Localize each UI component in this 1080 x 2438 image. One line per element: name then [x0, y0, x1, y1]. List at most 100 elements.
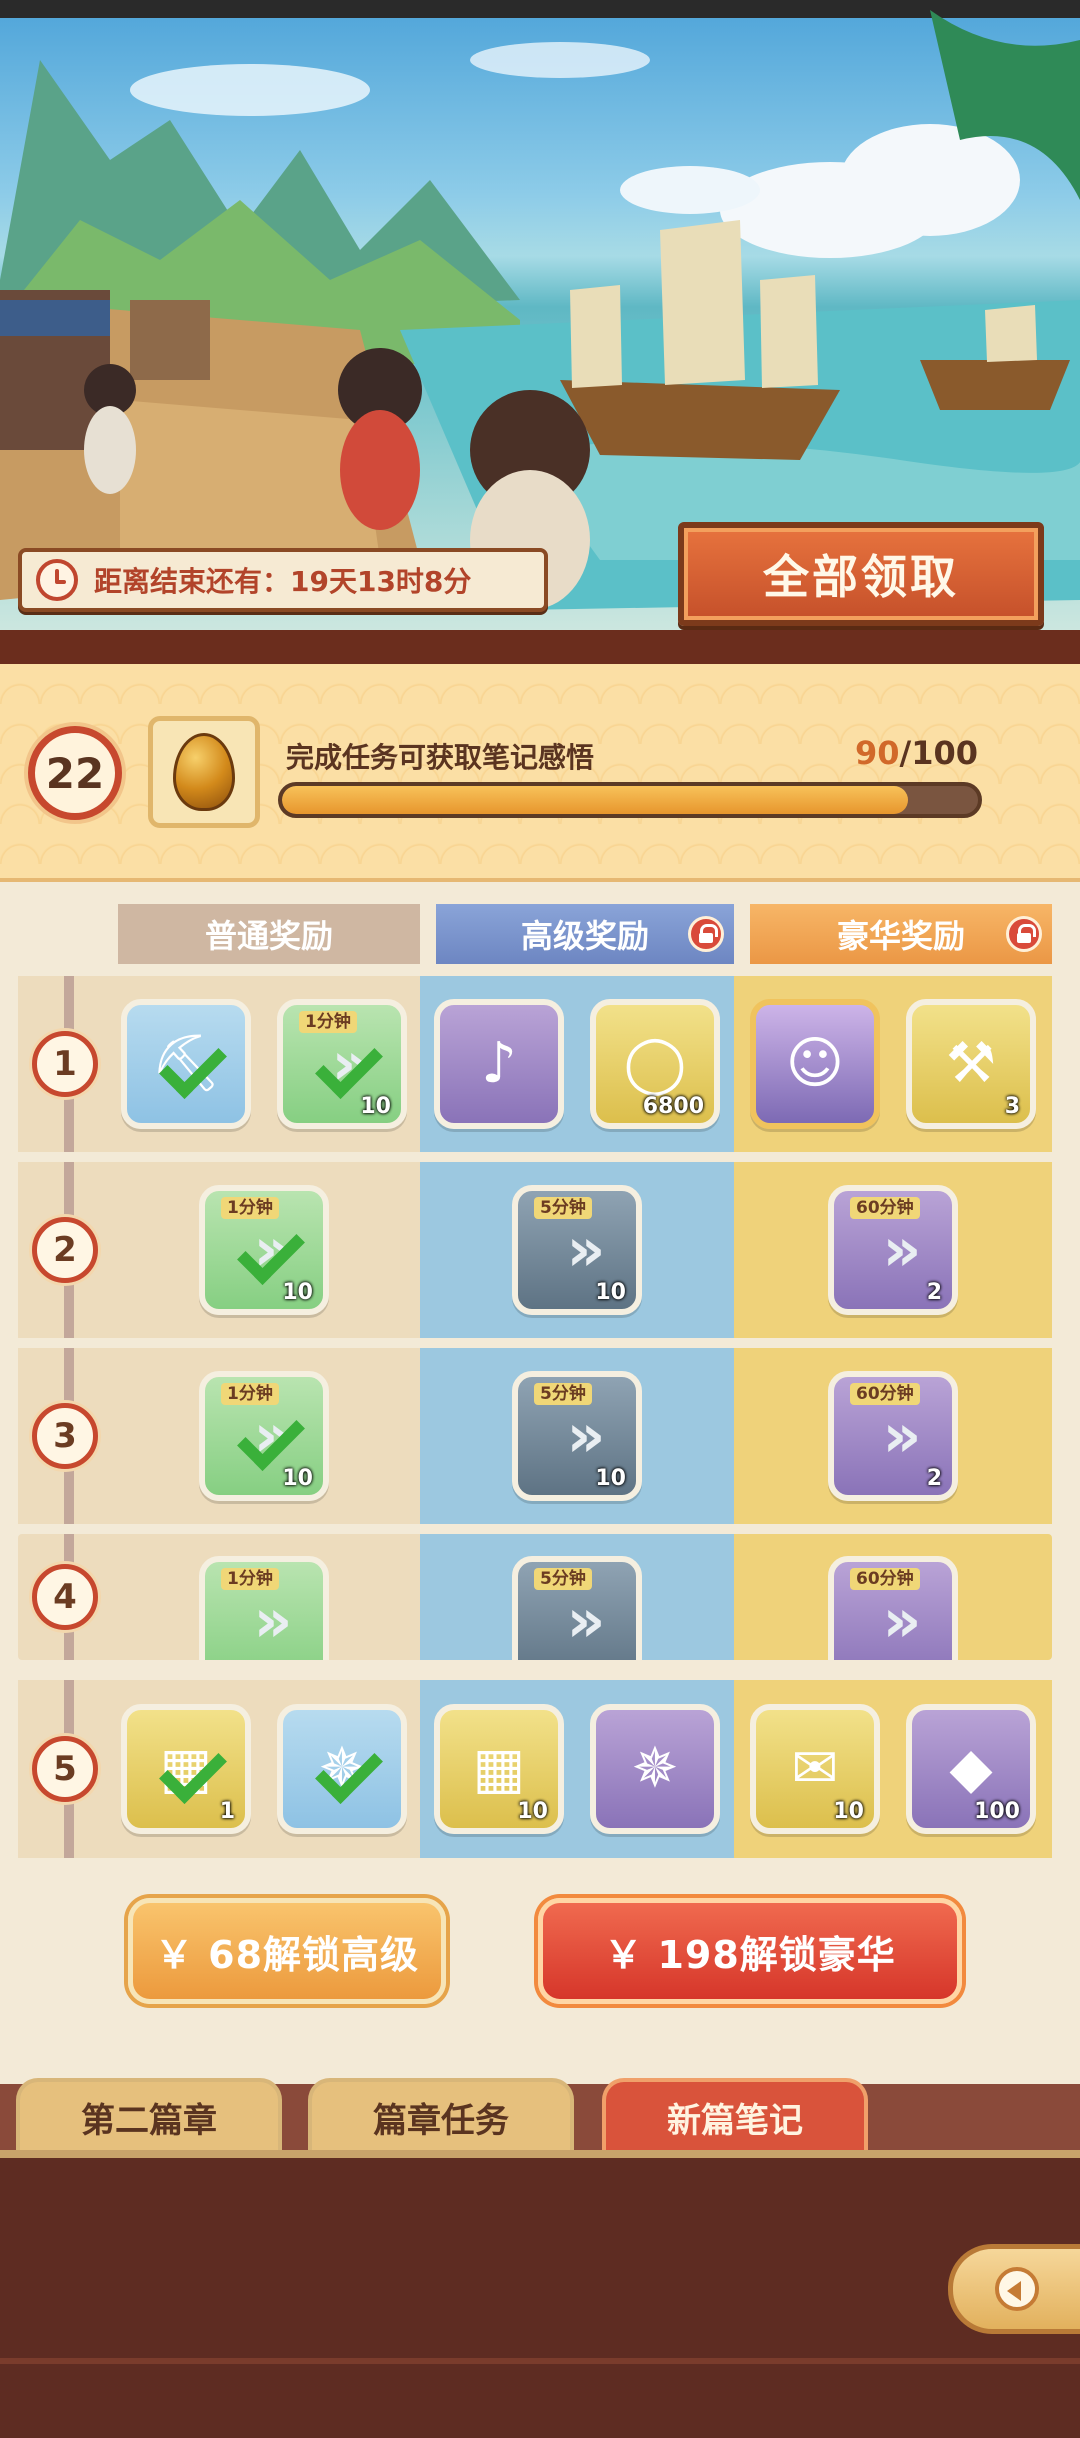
- speedup-icon: »: [566, 1586, 606, 1656]
- speedup-icon: »: [882, 1215, 922, 1285]
- item-quantity: 10: [517, 1799, 548, 1824]
- event-timer: 距离结束还有：19天13时8分: [18, 548, 548, 612]
- task-label: 完成任务可获取笔记感悟: [286, 741, 595, 774]
- reward-item[interactable]: ⚒ 3: [906, 999, 1036, 1129]
- reward-item[interactable]: ✉ 10: [750, 1704, 880, 1834]
- reward-item[interactable]: » 60分钟 2: [828, 1185, 958, 1315]
- timer-text: 距离结束还有：19天13时8分: [94, 565, 472, 598]
- speedup-icon: »: [882, 1586, 922, 1656]
- item-quantity: 10: [595, 1466, 626, 1491]
- reward-item[interactable]: » 1分钟 10: [199, 1371, 329, 1501]
- speedup-icon: »: [253, 1586, 293, 1656]
- reward-item[interactable]: ✵: [277, 1704, 407, 1834]
- column-header-advanced: 高级奖励: [436, 904, 734, 964]
- duration-badge: 1分钟: [221, 1383, 279, 1405]
- scroll-card-icon: ▦: [472, 1736, 526, 1801]
- item-quantity: 2: [926, 1466, 942, 1491]
- progress-bar-fill: [282, 786, 909, 814]
- unlock-advanced-button[interactable]: ￥ 68解锁高级: [128, 1898, 446, 2004]
- clock-icon: [36, 559, 78, 601]
- reward-item[interactable]: » 5分钟: [512, 1556, 642, 1660]
- insight-item-frame[interactable]: [148, 716, 260, 828]
- task-count-current: 90: [854, 734, 900, 772]
- tab-bar-border: [0, 2150, 1080, 2158]
- water-drop-icon: ◆: [949, 1736, 993, 1801]
- item-quantity: 1: [219, 1799, 235, 1824]
- row-number: 1: [32, 1031, 98, 1097]
- duration-badge: 5分钟: [534, 1383, 592, 1405]
- item-quantity: 10: [360, 1094, 391, 1119]
- reward-row: 1 ⛏» 1分钟 10 ♪ ◯ 6800 ☺ ⚒ 3: [18, 976, 1052, 1152]
- item-quantity: 10: [282, 1466, 313, 1491]
- reward-item[interactable]: ▦ 10: [434, 1704, 564, 1834]
- reward-item[interactable]: ⛏: [121, 999, 251, 1129]
- reward-row: 4» 1分钟» 5分钟» 60分钟: [18, 1534, 1052, 1660]
- reward-item[interactable]: » 5分钟 10: [512, 1185, 642, 1315]
- reward-row: 3» 1分钟 10» 5分钟 10» 60分钟 2: [18, 1348, 1052, 1524]
- claim-all-button[interactable]: 全部领取: [678, 522, 1044, 626]
- reward-item[interactable]: ✵: [590, 1704, 720, 1834]
- reward-item[interactable]: ◆ 100: [906, 1704, 1036, 1834]
- reward-item[interactable]: » 1分钟 10: [277, 999, 407, 1129]
- guitar-icon: ♪: [481, 1031, 517, 1096]
- column-header-normal: 普通奖励: [118, 904, 420, 964]
- progress-panel: 22 完成任务可获取笔记感悟 90/100: [0, 664, 1080, 882]
- reward-item[interactable]: ♪: [434, 999, 564, 1129]
- reward-item[interactable]: » 60分钟: [828, 1556, 958, 1660]
- duration-badge: 1分钟: [221, 1197, 279, 1219]
- character-portrait-icon: ☺: [785, 1031, 845, 1096]
- bottom-stripe: [0, 2358, 1080, 2364]
- duration-badge: 60分钟: [850, 1383, 920, 1405]
- reward-item[interactable]: ☺: [750, 999, 880, 1129]
- envelope-icon: ✉: [791, 1736, 839, 1801]
- banner-divider: [0, 630, 1080, 664]
- speedup-icon: »: [566, 1401, 606, 1471]
- ship-wheel-icon: ✵: [631, 1736, 679, 1801]
- row-number: 3: [32, 1403, 98, 1469]
- tab-chapter-two[interactable]: 第二篇章: [16, 2078, 282, 2152]
- tab-chapter-tasks[interactable]: 篇章任务: [308, 2078, 574, 2152]
- column-header-luxury: 豪华奖励: [750, 904, 1052, 964]
- back-button[interactable]: [948, 2244, 1080, 2334]
- item-quantity: 100: [974, 1799, 1020, 1824]
- task-count-total: 100: [911, 734, 978, 772]
- jade-ring-icon: ◯: [623, 1031, 687, 1096]
- duration-badge: 5分钟: [534, 1197, 592, 1219]
- claimed-check-icon: [237, 1217, 305, 1285]
- reward-item[interactable]: » 1分钟 10: [199, 1185, 329, 1315]
- lock-icon: [1006, 916, 1042, 952]
- speedup-icon: »: [882, 1401, 922, 1471]
- speedup-icon: »: [566, 1215, 606, 1285]
- task-count: 90/100: [855, 734, 978, 772]
- reward-row: 5 ▦ 1 ✵ ▦ 10 ✵ ✉ 10 ◆ 100: [18, 1680, 1052, 1858]
- reward-item[interactable]: ◯ 6800: [590, 999, 720, 1129]
- duration-badge: 1分钟: [299, 1011, 357, 1033]
- reward-item[interactable]: » 1分钟: [199, 1556, 329, 1660]
- duration-badge: 5分钟: [534, 1568, 592, 1590]
- item-quantity: 3: [1004, 1094, 1020, 1119]
- item-quantity: 10: [595, 1280, 626, 1305]
- progress-bar: [278, 782, 982, 818]
- reward-row: 2» 1分钟 10» 5分钟 10» 60分钟 2: [18, 1162, 1052, 1338]
- duration-badge: 60分钟: [850, 1568, 920, 1590]
- reward-item[interactable]: » 5分钟 10: [512, 1371, 642, 1501]
- item-quantity: 10: [833, 1799, 864, 1824]
- duration-badge: 60分钟: [850, 1197, 920, 1219]
- event-banner: 距离结束还有：19天13时8分 全部领取: [0, 0, 1080, 640]
- level-badge: 22: [28, 726, 122, 820]
- duration-badge: 1分钟: [221, 1568, 279, 1590]
- item-quantity: 10: [282, 1280, 313, 1305]
- column-header-normal-label: 普通奖励: [204, 917, 333, 955]
- claimed-check-icon: [315, 1031, 383, 1099]
- amber-egg-icon: [173, 733, 235, 811]
- tab-new-notes[interactable]: 新篇笔记: [602, 2078, 868, 2152]
- item-quantity: 6800: [642, 1094, 704, 1119]
- column-header-advanced-label: 高级奖励: [520, 917, 649, 955]
- bottom-panel: [0, 2158, 1080, 2438]
- reward-item[interactable]: » 60分钟 2: [828, 1371, 958, 1501]
- column-header-luxury-label: 豪华奖励: [836, 917, 965, 955]
- unlock-luxury-button[interactable]: ￥ 198解锁豪华: [538, 1898, 962, 2004]
- reward-item[interactable]: ▦ 1: [121, 1704, 251, 1834]
- row-number: 2: [32, 1217, 98, 1283]
- item-quantity: 2: [926, 1280, 942, 1305]
